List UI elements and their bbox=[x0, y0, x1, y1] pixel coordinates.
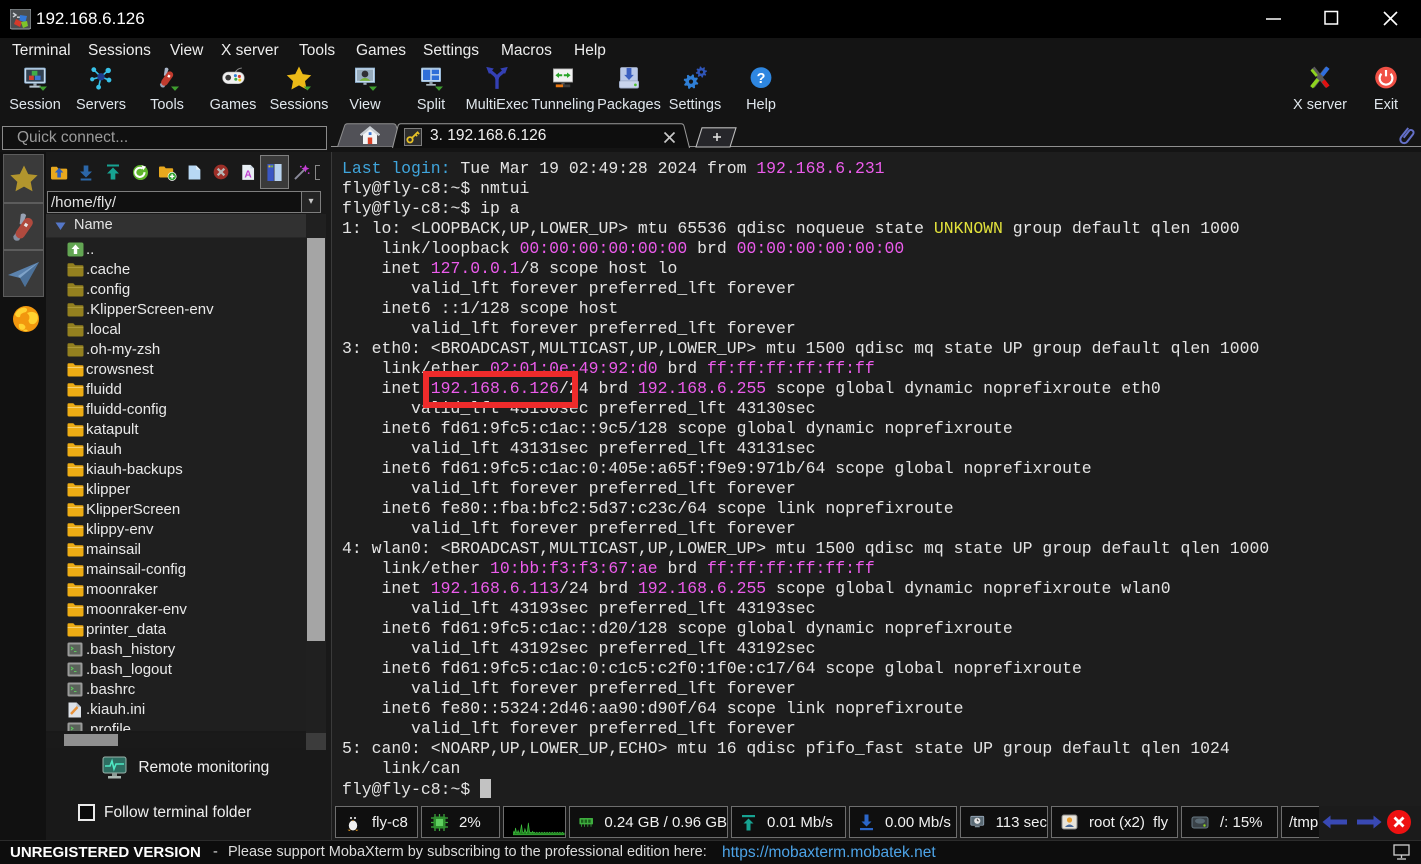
svg-text:A: A bbox=[244, 170, 252, 181]
svg-text:?: ? bbox=[757, 71, 766, 87]
